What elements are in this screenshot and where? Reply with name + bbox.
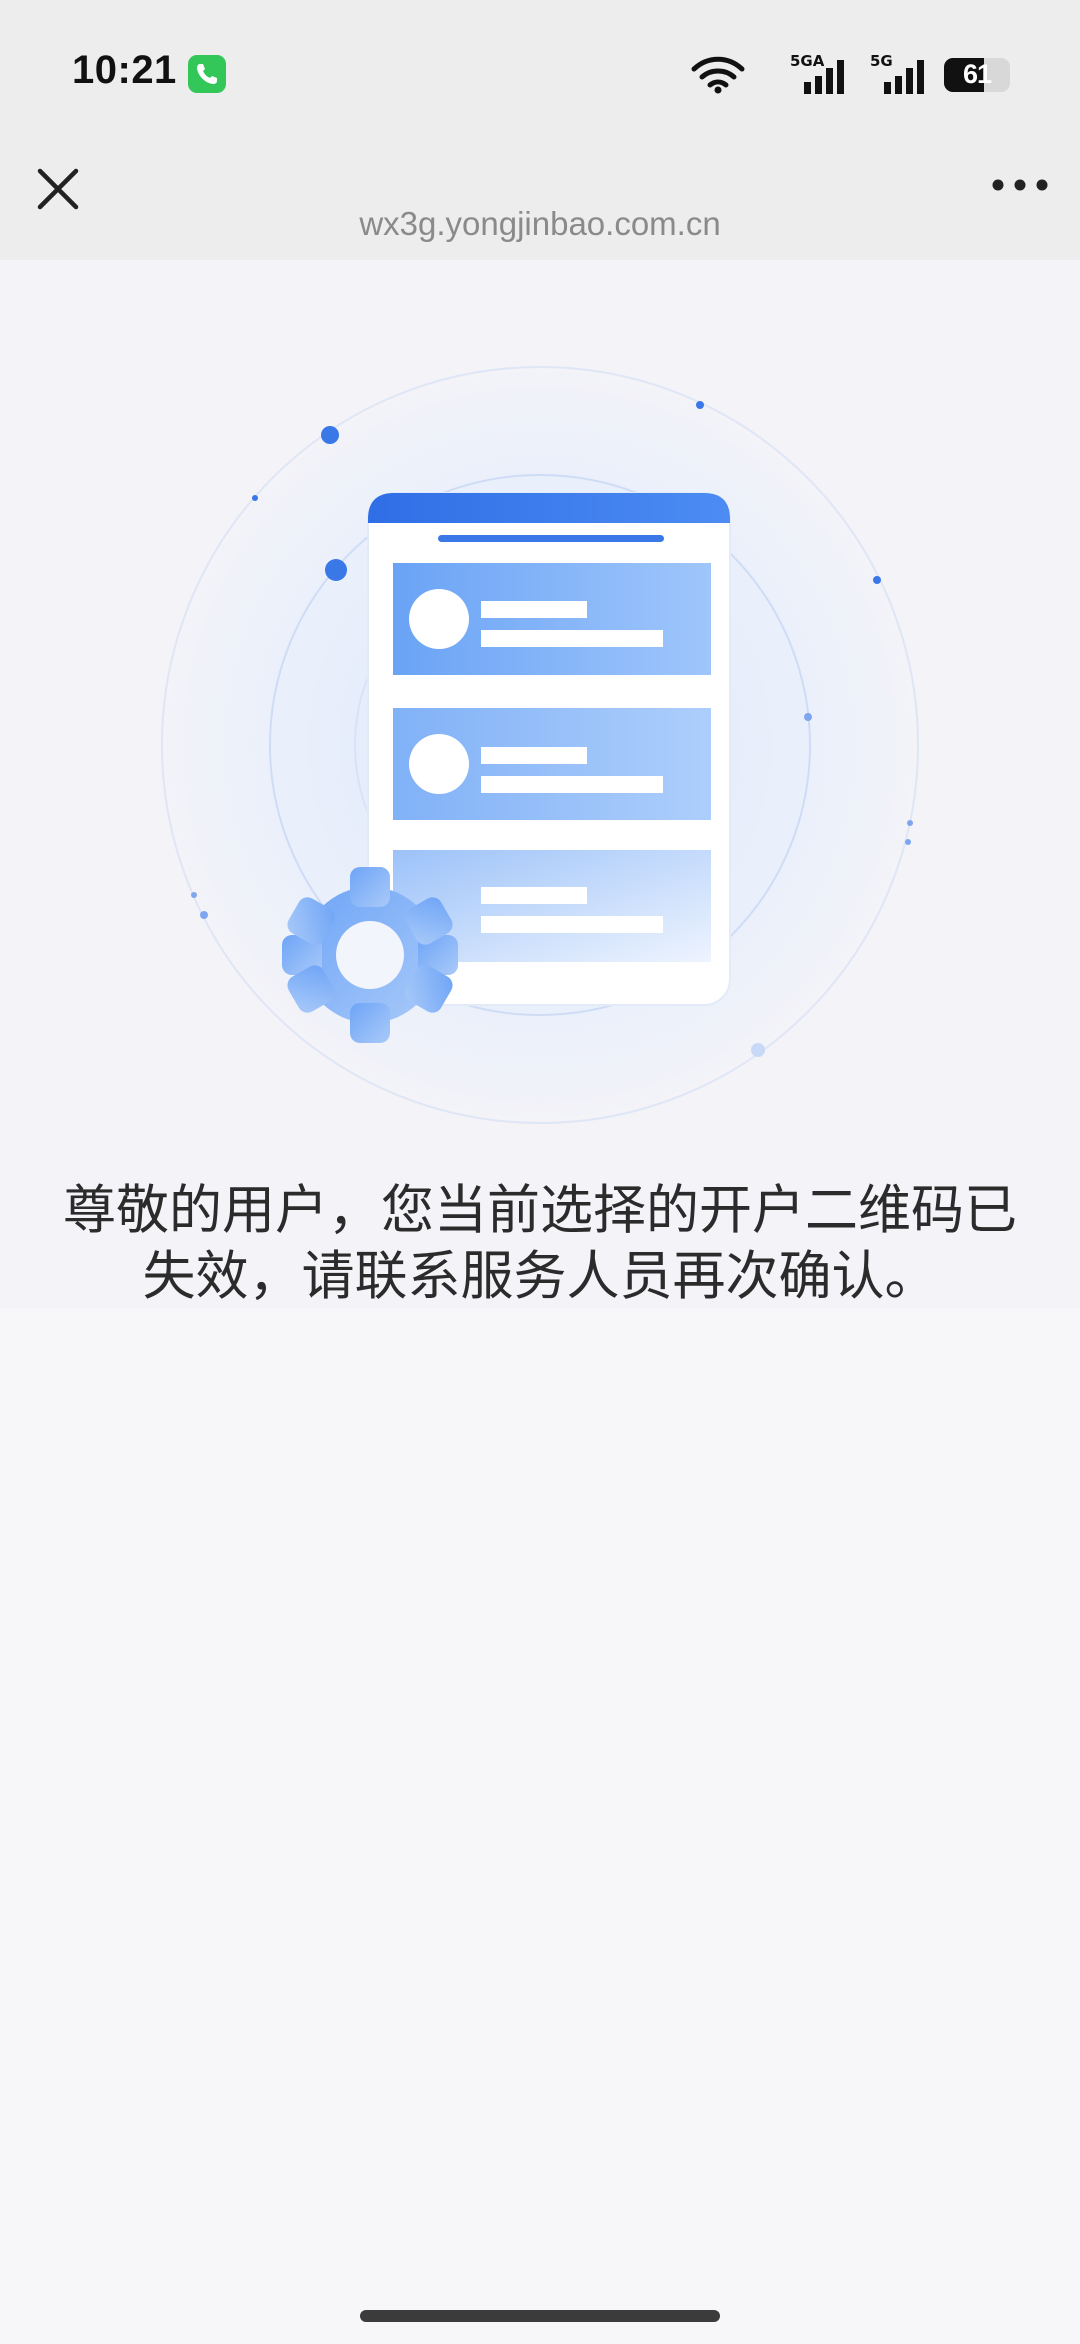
- expired-message: 尊敬的用户，您当前选择的开户二维码已失效，请联系服务人员再次确认。: [63, 1180, 1017, 1307]
- phone-call-icon[interactable]: [188, 55, 226, 93]
- page-content: 尊敬的用户，您当前选择的开户二维码已失效，请联系服务人员再次确认。: [0, 260, 1080, 1308]
- expired-qr-illustration: [161, 366, 919, 1124]
- status-bar: 10:21 5GA 5G 61: [0, 0, 1080, 145]
- signal-icon: 5G: [870, 52, 930, 98]
- signal-icon: 5GA: [790, 52, 850, 98]
- status-time: 10:21: [72, 48, 177, 92]
- status-icons: 5GA 5G 61: [670, 50, 1010, 96]
- wifi-icon: [691, 56, 745, 94]
- battery-percentage: 61: [962, 59, 992, 89]
- browser-header: wx3g.yongjinbao.com.cn: [0, 145, 1080, 260]
- battery-icon: 61: [944, 58, 1010, 92]
- more-icon[interactable]: [990, 173, 1050, 197]
- home-indicator[interactable]: [360, 2310, 720, 2322]
- page-url: wx3g.yongjinbao.com.cn: [359, 205, 721, 242]
